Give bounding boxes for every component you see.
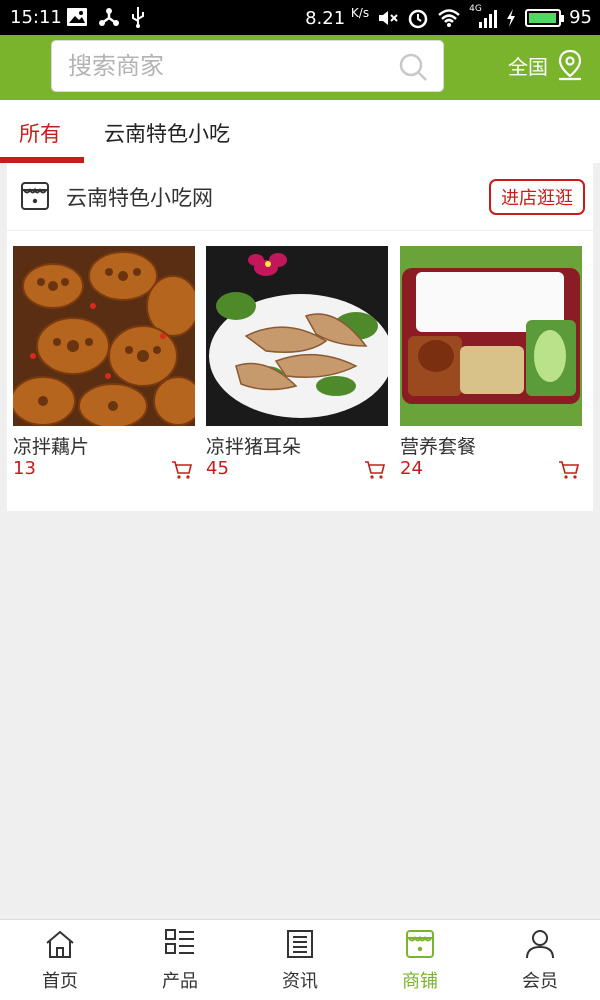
cart-icon[interactable]	[558, 460, 580, 480]
product-image-bento[interactable]	[400, 246, 582, 426]
news-icon	[287, 930, 313, 958]
mute-icon	[379, 10, 398, 25]
search-input[interactable]	[68, 51, 388, 81]
nav-home[interactable]: 首页	[0, 920, 120, 1000]
status-time: 15:11	[10, 7, 62, 28]
signal-icon: 4G	[469, 4, 498, 28]
product-card[interactable]: 凉拌猪耳朵 45	[206, 246, 388, 479]
status-notification-icons	[66, 6, 146, 28]
nav-products[interactable]: 产品	[120, 920, 240, 1000]
alarm-icon	[408, 9, 428, 28]
nav-member[interactable]: 会员	[480, 920, 600, 1000]
nav-label: 首页	[42, 971, 78, 992]
shop-icon	[406, 930, 434, 958]
battery-icon	[525, 8, 565, 27]
nav-label: 产品	[162, 971, 198, 992]
usb-icon	[132, 7, 144, 28]
product-price: 24	[400, 458, 423, 479]
nav-label: 资讯	[282, 971, 318, 992]
product-price: 13	[13, 458, 36, 479]
region-label: 全国	[508, 54, 548, 79]
net-speed: 8.21 K/s	[305, 6, 370, 29]
nav-news[interactable]: 资讯	[240, 920, 360, 1000]
search-box[interactable]	[51, 40, 444, 92]
product-price: 45	[206, 458, 229, 479]
product-image-lotus-root[interactable]	[13, 246, 195, 426]
status-right-icons: 8.21 K/s 4G 95	[305, 4, 592, 30]
header-bar: 全国	[0, 35, 600, 100]
location-pin-icon	[558, 49, 582, 81]
tab-all[interactable]: 所有	[19, 118, 61, 148]
wifi-icon	[438, 8, 460, 27]
product-name[interactable]: 凉拌藕片	[13, 432, 89, 459]
tab-yunnan-snacks[interactable]: 云南特色小吃	[104, 118, 230, 148]
product-name[interactable]: 凉拌猪耳朵	[206, 432, 301, 459]
store-header: 云南特色小吃网 进店逛逛	[7, 163, 593, 231]
nav-shops[interactable]: 商铺	[360, 920, 480, 1000]
charging-icon	[507, 8, 516, 27]
cart-icon[interactable]	[171, 460, 193, 480]
gallery-icon	[67, 8, 87, 26]
shop-icon	[21, 182, 49, 210]
bottom-navigation: 首页 产品 资讯 商铺 会员	[0, 919, 600, 1000]
search-icon[interactable]	[397, 51, 429, 83]
visit-store-button[interactable]: 进店逛逛	[489, 179, 585, 215]
battery-percent: 95	[569, 7, 592, 28]
status-bar: 15:11 8.21 K/s 4G 95	[0, 0, 600, 35]
list-icon	[165, 929, 194, 954]
region-selector[interactable]: 全国	[508, 49, 584, 81]
product-name[interactable]: 营养套餐	[400, 432, 476, 459]
store-card: 云南特色小吃网 进店逛逛 凉拌藕片 13 凉拌猪耳朵 45 营养套餐 24	[7, 163, 593, 511]
home-icon	[46, 930, 74, 958]
product-card[interactable]: 凉拌藕片 13	[13, 246, 195, 479]
cart-icon[interactable]	[364, 460, 386, 480]
product-card[interactable]: 营养套餐 24	[400, 246, 582, 479]
share-icon	[99, 8, 119, 26]
user-icon	[526, 930, 554, 959]
nav-label: 会员	[522, 971, 558, 992]
store-name[interactable]: 云南特色小吃网	[66, 182, 213, 212]
product-image-pig-ear[interactable]	[206, 246, 388, 426]
category-tabs: 所有 云南特色小吃	[0, 100, 600, 163]
nav-label: 商铺	[402, 971, 438, 992]
